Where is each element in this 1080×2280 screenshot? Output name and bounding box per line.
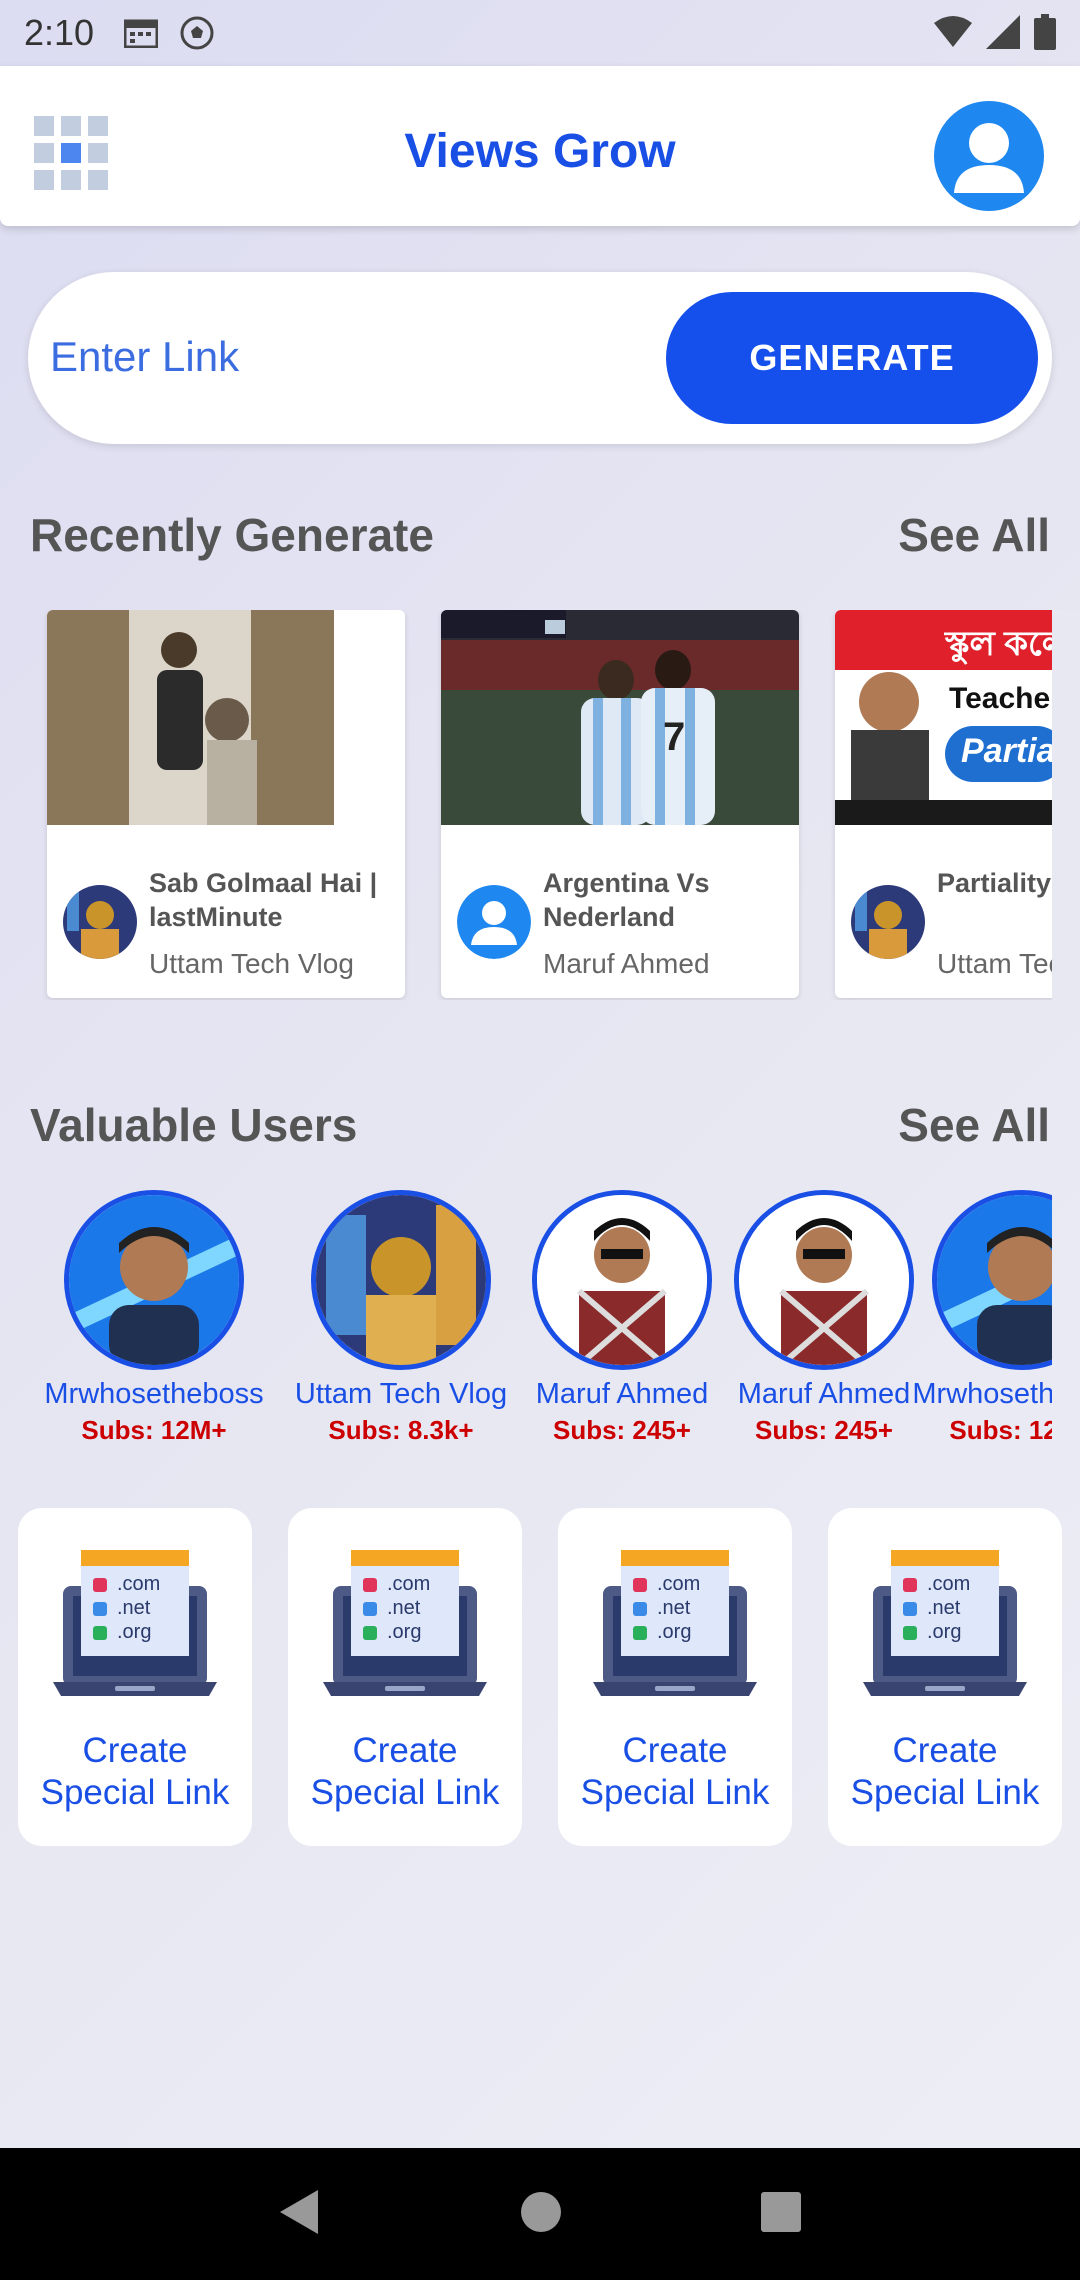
channel-avatar — [851, 885, 925, 959]
users-section-title: Valuable Users — [30, 1099, 358, 1151]
special-link-line2: Special Link — [310, 1773, 500, 1812]
laptop-domains-icon: .com .net .org — [863, 1550, 1027, 1698]
user-avatar — [532, 1190, 712, 1370]
video-card[interactable]: স্কুল কলে Teacher Partia Partiality Teac… — [835, 610, 1080, 998]
video-title: Sab Golmaal Hai | lastMinute — [149, 868, 378, 932]
laptop-domains-icon: .com .net .org — [593, 1550, 757, 1698]
thumb-caption-1: স্কুল কলে — [945, 625, 1068, 663]
user-avatar — [734, 1190, 914, 1370]
user-avatar — [932, 1190, 1052, 1370]
soccer-ball-icon — [180, 16, 214, 50]
special-link-line2: Special Link — [40, 1773, 230, 1812]
user-avatar — [311, 1190, 491, 1370]
video-channel: Maruf Ahmed — [543, 948, 710, 979]
video-thumbnail: 7 — [441, 610, 799, 825]
system-nav-bar — [0, 2148, 1080, 2280]
video-thumbnail — [47, 610, 405, 825]
link-input[interactable] — [50, 312, 650, 402]
special-link-line1: Create — [82, 1731, 188, 1770]
battery-icon — [1034, 14, 1056, 59]
users-see-all-link[interactable]: See All — [898, 1098, 1050, 1152]
user-icon — [954, 123, 1024, 193]
create-special-link-card[interactable]: .com .net .org Create Special Link — [558, 1508, 792, 1846]
domain-com: .com — [657, 1573, 700, 1595]
user-item[interactable]: Mrwhosetheboss Subs: 12M+ — [34, 1190, 274, 1446]
special-link-line2: Special Link — [580, 1773, 770, 1812]
special-link-label: Create Special Link — [18, 1730, 252, 1814]
special-link-label: Create Special Link — [558, 1730, 792, 1814]
user-name: Mrwhosetheboss — [44, 1378, 264, 1410]
video-title: Argentina Vs Nederland — [543, 868, 710, 932]
special-link-line1: Create — [622, 1731, 728, 1770]
user-item[interactable]: Mrwhosetheboss Subs: 12M+ — [902, 1190, 1052, 1446]
user-avatar — [64, 1190, 244, 1370]
row-fade — [1052, 610, 1080, 1000]
domain-net: .net — [657, 1597, 691, 1619]
thumb-caption-2: Teacher — [949, 682, 1062, 715]
domain-org: .org — [657, 1621, 691, 1643]
signal-icon — [986, 15, 1020, 58]
status-time: 2:10 — [24, 12, 95, 53]
special-link-label: Create Special Link — [288, 1730, 522, 1814]
special-link-line1: Create — [892, 1731, 998, 1770]
domain-net: .net — [387, 1597, 421, 1619]
create-special-link-card[interactable]: .com .net .org Create Special Link — [18, 1508, 252, 1846]
channel-avatar — [457, 885, 531, 959]
thumb-caption-3: Partia — [961, 732, 1056, 770]
link-search-box: GENERATE — [28, 272, 1052, 444]
user-subs: Subs: 12M+ — [949, 1415, 1052, 1445]
video-card[interactable]: Sab Golmaal Hai | lastMinute Uttam Tech … — [47, 610, 405, 998]
recent-see-all-link[interactable]: See All — [898, 508, 1050, 562]
user-name: Uttam Tech Vlog — [294, 1378, 508, 1410]
calendar-icon — [124, 18, 159, 48]
special-link-label: Create Special Link — [828, 1730, 1062, 1814]
users-row: Mrwhosetheboss Subs: 12M+ Uttam Tech Vlo… — [0, 1190, 1052, 1450]
domain-org: .org — [927, 1621, 961, 1643]
svg-text:7: 7 — [663, 715, 685, 759]
domain-net: .net — [927, 1597, 961, 1619]
recent-cards-row: Sab Golmaal Hai | lastMinute Uttam Tech … — [0, 610, 1080, 1000]
video-channel: Uttam Tech Vlog — [149, 948, 354, 979]
create-special-link-card[interactable]: .com .net .org Create Special Link — [288, 1508, 522, 1846]
domain-org: .org — [387, 1621, 421, 1643]
user-subs: Subs: 12M+ — [81, 1415, 227, 1445]
special-link-line2: Special Link — [850, 1773, 1040, 1812]
wifi-icon — [934, 15, 972, 58]
laptop-domains-icon: .com .net .org — [53, 1550, 217, 1698]
profile-avatar[interactable] — [934, 101, 1044, 211]
home-icon[interactable] — [519, 2190, 563, 2239]
generate-button[interactable]: GENERATE — [666, 292, 1038, 424]
app-title: Views Grow — [404, 125, 676, 178]
recents-icon[interactable] — [760, 2191, 802, 2238]
laptop-domains-icon: .com .net .org — [323, 1550, 487, 1698]
channel-avatar — [63, 885, 137, 959]
domain-net: .net — [117, 1597, 151, 1619]
user-item[interactable]: Uttam Tech Vlog Subs: 8.3k+ — [281, 1190, 521, 1446]
app-header: Views Grow — [0, 66, 1080, 226]
domain-com: .com — [387, 1573, 430, 1595]
special-link-line1: Create — [352, 1731, 458, 1770]
domain-org: .org — [117, 1621, 151, 1643]
status-bar: 2:10 — [0, 0, 1080, 66]
video-thumbnail: স্কুল কলে Teacher Partia — [835, 610, 1080, 825]
domain-com: .com — [117, 1573, 160, 1595]
user-subs: Subs: 8.3k+ — [328, 1415, 474, 1445]
back-icon[interactable] — [278, 2188, 322, 2241]
domain-com: .com — [927, 1573, 970, 1595]
recent-section-title: Recently Generate — [30, 509, 434, 561]
create-special-link-card[interactable]: .com .net .org Create Special Link — [828, 1508, 1062, 1846]
video-card[interactable]: 7 Argentina Vs Nederland Maruf Ahmed — [441, 610, 799, 998]
user-name: Mrwhosetheboss — [912, 1378, 1052, 1410]
